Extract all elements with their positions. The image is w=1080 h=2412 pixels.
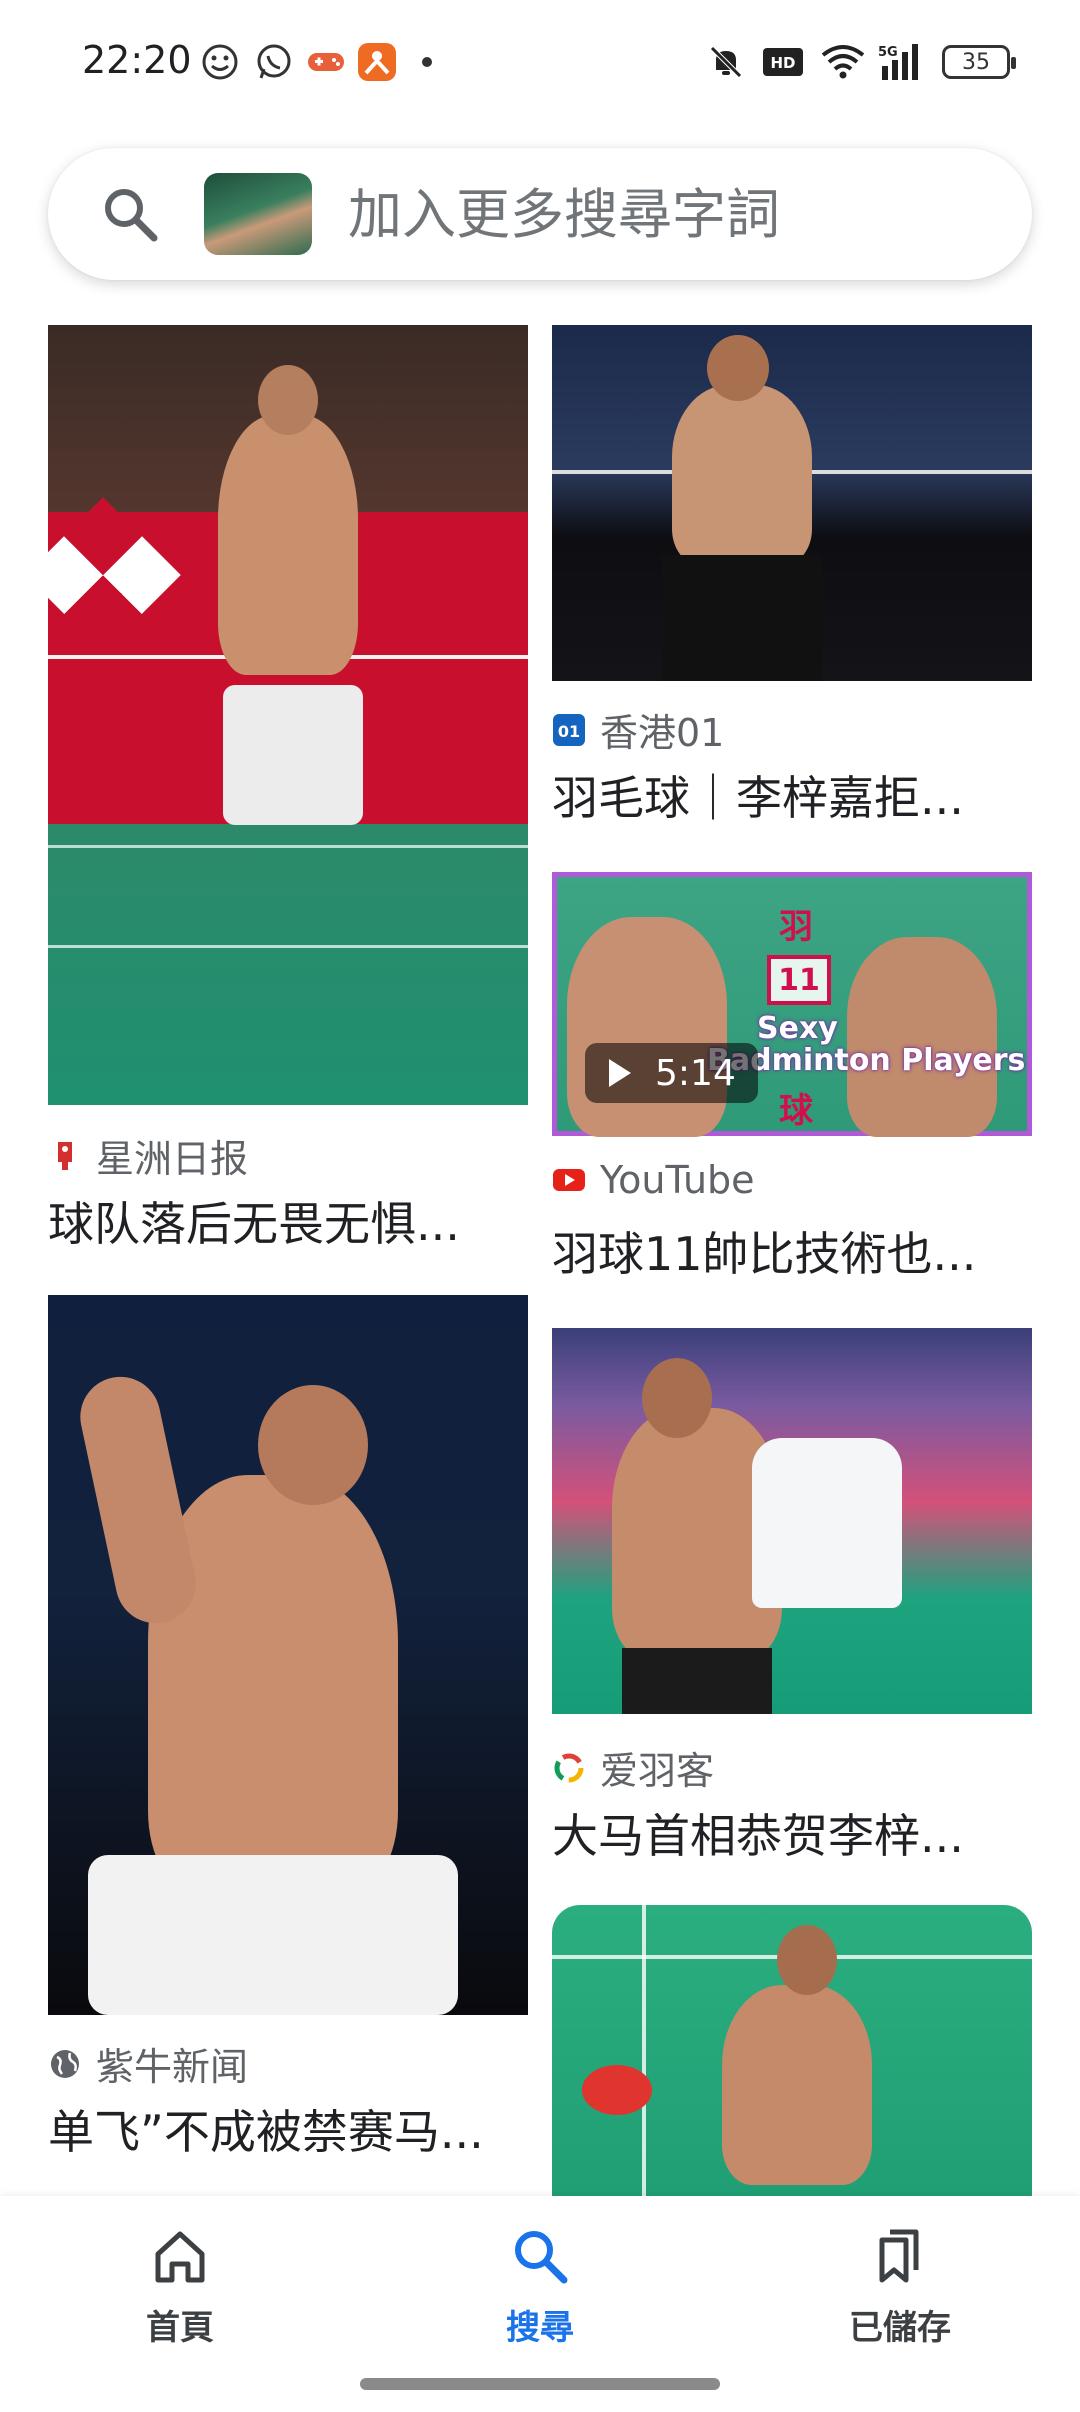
player-head (777, 1925, 837, 1995)
player-figure (218, 415, 358, 675)
result-title[interactable]: 球队落后无畏无惧... (48, 1188, 528, 1254)
player-figure (847, 937, 997, 1137)
result-title[interactable]: 羽毛球｜李梓嘉拒... (552, 762, 982, 828)
status-time: 22:20 (82, 38, 192, 82)
aiyuke-favicon-icon (554, 1753, 584, 1782)
result-video-thumbnail[interactable]: 羽 11 Sexy Badminton Players 球 5:14 (552, 872, 1032, 1137)
player-head (258, 1385, 368, 1505)
app-icon (356, 38, 398, 86)
mute-icon (706, 38, 746, 86)
player-shorts (223, 685, 363, 825)
result-source: 星洲日报 (48, 1128, 248, 1183)
search-icon[interactable] (100, 184, 160, 248)
court-line (48, 845, 528, 848)
sponsor-logo (25, 497, 181, 653)
player-head (642, 1358, 712, 1438)
overlay-number: 11 (767, 955, 831, 1005)
result-source: 爱羽客 (552, 1740, 714, 1795)
court-line (48, 945, 528, 948)
result-source-label: 香港01 (600, 711, 725, 755)
result-image[interactable] (48, 1295, 528, 2015)
result-title[interactable]: 羽球11帥比技術也... (552, 1218, 982, 1284)
bookmarks-icon (879, 2229, 919, 2283)
player-shirt (752, 1438, 902, 1608)
result-image[interactable] (552, 1905, 1032, 2225)
search-icon (515, 2231, 568, 2284)
svg-text:HD: HD (770, 54, 795, 72)
hk01-favicon-icon: 01 (553, 713, 585, 746)
shoe (582, 2065, 652, 2115)
result-image[interactable] (25, 325, 528, 1105)
player-figure (722, 1985, 872, 2185)
overlay-text: Sexy (757, 1011, 838, 1046)
player-head (707, 335, 769, 401)
globe-icon (51, 2049, 79, 2078)
search-image-thumbnail[interactable] (204, 173, 312, 255)
battery-level: 35 (962, 49, 990, 75)
search-bar[interactable] (48, 148, 1032, 280)
battery-indicator: 35 (942, 45, 1016, 79)
player-figure (672, 385, 812, 565)
result-source: YouTube (552, 1158, 755, 1202)
nav-saved-label: 已儲存 (849, 2308, 951, 2348)
player-head (258, 365, 318, 435)
player-shorts (622, 1648, 772, 1714)
result-source-label: 星洲日报 (96, 1137, 249, 1181)
svg-text:5G: 5G (878, 45, 898, 60)
nav-home-label: 首頁 (146, 2308, 214, 2348)
court-line (642, 1905, 646, 2225)
player-figure (567, 917, 727, 1137)
hd-icon: HD (762, 38, 804, 86)
result-source-label: 爱羽客 (600, 1749, 715, 1793)
search-input[interactable] (348, 176, 1008, 252)
overlay-text: 球 (779, 1091, 813, 1131)
result-source: 紫牛新闻 (48, 2036, 248, 2091)
result-source: 01 香港01 (552, 702, 724, 757)
video-duration: 5:14 (655, 1052, 736, 1094)
dot-icon (420, 38, 434, 86)
smiley-icon (200, 38, 240, 86)
screen: 22:20 HD 5G 35 加入更多搜尋字詞 星洲日报 球队落后无畏无惧...… (0, 0, 1080, 2412)
result-title[interactable]: 大马首相恭贺李梓... (552, 1800, 982, 1866)
player-arm (72, 1369, 204, 1631)
video-duration-badge: 5:14 (585, 1043, 758, 1103)
signal-5g-icon: 5G (878, 38, 928, 86)
wifi-icon (820, 38, 866, 86)
nav-home[interactable]: 首頁 (80, 2226, 280, 2356)
nav-search[interactable]: 搜尋 (440, 2226, 640, 2356)
player-pants (662, 555, 822, 681)
svg-text:01: 01 (558, 722, 580, 741)
result-image[interactable] (552, 1328, 1032, 1714)
whatsapp-icon (254, 38, 294, 86)
home-icon (155, 2231, 205, 2283)
result-image[interactable] (552, 325, 1032, 681)
status-bar: 22:20 HD 5G 35 (0, 0, 1080, 120)
home-indicator[interactable] (360, 2378, 720, 2390)
nav-search-label: 搜尋 (506, 2308, 574, 2348)
play-icon (609, 1059, 631, 1087)
game-icon (306, 38, 346, 86)
result-source-label: YouTube (600, 1158, 755, 1202)
player-shorts (88, 1855, 458, 2015)
overlay-text: 羽 (779, 907, 813, 947)
result-title[interactable]: 单飞”不成被禁赛马... (48, 2096, 528, 2162)
nav-saved[interactable]: 已儲存 (800, 2226, 1000, 2356)
youtube-favicon-icon (553, 1169, 585, 1191)
sinchew-favicon-icon (58, 1141, 72, 1170)
result-source-label: 紫牛新闻 (96, 2045, 249, 2089)
